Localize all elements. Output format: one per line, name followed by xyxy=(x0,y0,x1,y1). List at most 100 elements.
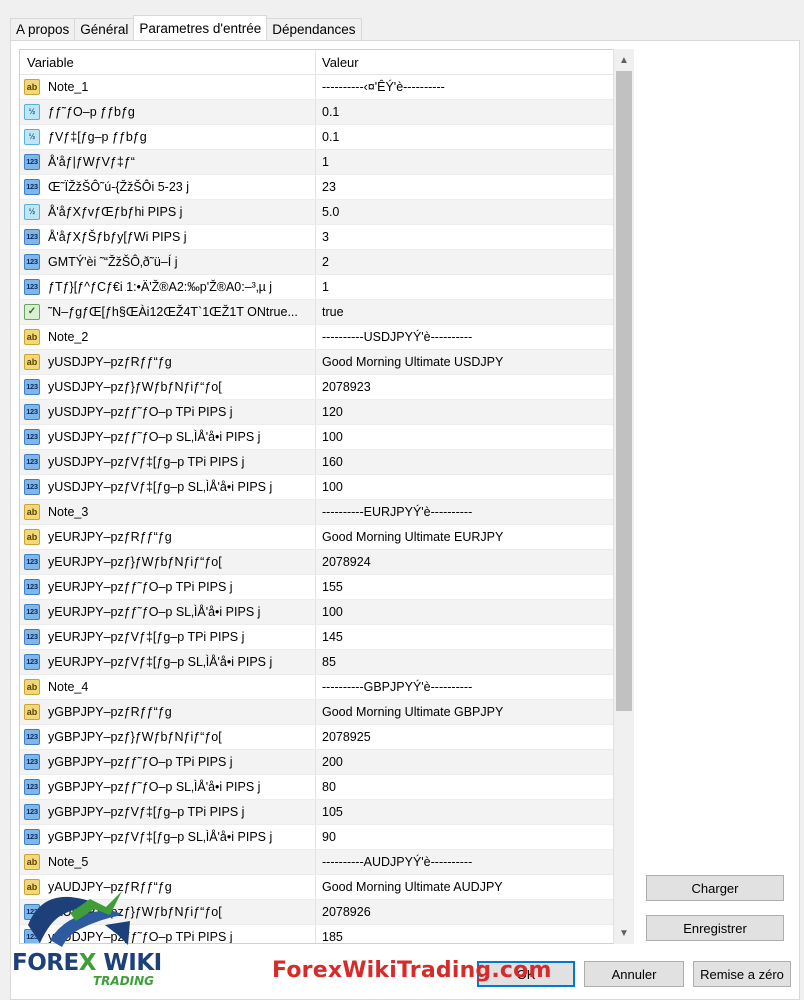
variable-cell[interactable]: 123 yEURJPY–pzƒƒ˜ƒO–p TPi PIPS j xyxy=(20,575,316,599)
variable-cell[interactable]: 123 GMTÝ'èi ˜“ŽžŠÔ‚ð˜ü–Í j xyxy=(20,250,316,274)
table-row[interactable]: 123 yUSDJPY–pzƒƒ˜ƒO–p SL‚ÌÅ'å•i PIPS j 100 xyxy=(20,425,615,450)
table-row[interactable]: ab Note_1 ----------‹¤'ÊÝ'è---------- xyxy=(20,75,615,100)
variable-cell[interactable]: 123 yGBPJPY–pzƒVƒ‡[ƒg–p SL‚ÌÅ'å•i PIPS j xyxy=(20,825,316,849)
variable-cell[interactable]: ab yGBPJPY–pzƒRƒƒ“ƒg xyxy=(20,700,316,724)
variable-cell[interactable]: ab yUSDJPY–pzƒRƒƒ“ƒg xyxy=(20,350,316,374)
value-cell[interactable]: 160 xyxy=(316,450,615,474)
variable-cell[interactable]: 123 yEURJPY–pzƒVƒ‡[ƒg–p TPi PIPS j xyxy=(20,625,316,649)
table-row[interactable]: 123 yEURJPY–pzƒVƒ‡[ƒg–p SL‚ÌÅ'å•i PIPS j 8… xyxy=(20,650,615,675)
variable-cell[interactable]: 123 yUSDJPY–pzƒVƒ‡[ƒg–p SL‚ÌÅ'å•i PIPS j xyxy=(20,475,316,499)
value-cell[interactable]: ----------GBPJPYÝ'è---------- xyxy=(316,675,615,699)
value-cell[interactable]: 2078926 xyxy=(316,900,615,924)
variable-cell[interactable]: 123 Œ˜ÏŽžŠÔ˜ú-{ŽžŠÔi 5-23 j xyxy=(20,175,316,199)
value-cell[interactable]: Good Morning Ultimate AUDJPY xyxy=(316,875,615,899)
variable-cell[interactable]: 123 yUSDJPY–pzƒVƒ‡[ƒg–p TPi PIPS j xyxy=(20,450,316,474)
variable-cell[interactable]: ab yEURJPY–pzƒRƒƒ“ƒg xyxy=(20,525,316,549)
value-cell[interactable]: 0.1 xyxy=(316,125,615,149)
value-cell[interactable]: 200 xyxy=(316,750,615,774)
reset-button[interactable]: Remise a zéro xyxy=(693,961,791,987)
value-cell[interactable]: true xyxy=(316,300,615,324)
table-row[interactable]: 123 yGBPJPY–pzƒƒ˜ƒO–p TPi PIPS j 200 xyxy=(20,750,615,775)
variable-cell[interactable]: 123 yUSDJPY–pzƒƒ˜ƒO–p TPi PIPS j xyxy=(20,400,316,424)
value-cell[interactable]: Good Morning Ultimate EURJPY xyxy=(316,525,615,549)
column-header-value[interactable]: Valeur xyxy=(316,50,615,74)
value-cell[interactable]: 120 xyxy=(316,400,615,424)
value-cell[interactable]: 90 xyxy=(316,825,615,849)
table-row[interactable]: ab Note_4 ----------GBPJPYÝ'è---------- xyxy=(20,675,615,700)
table-row[interactable]: 123 Œ˜ÏŽžŠÔ˜ú-{ŽžŠÔi 5-23 j 23 xyxy=(20,175,615,200)
annuler-button[interactable]: Annuler xyxy=(584,961,684,987)
table-row[interactable]: ab Note_3 ----------EURJPYÝ'è---------- xyxy=(20,500,615,525)
charger-button[interactable]: Charger xyxy=(646,875,784,901)
table-row[interactable]: ½ Å'åƒXƒvƒŒƒbƒhi PIPS j 5.0 xyxy=(20,200,615,225)
value-cell[interactable]: Good Morning Ultimate GBPJPY xyxy=(316,700,615,724)
tab-a-propos[interactable]: A propos xyxy=(10,18,76,40)
variable-cell[interactable]: ab Note_1 xyxy=(20,75,316,99)
table-row[interactable]: ab Note_2 ----------USDJPYÝ'è---------- xyxy=(20,325,615,350)
value-cell[interactable]: 2078925 xyxy=(316,725,615,749)
value-cell[interactable]: Good Morning Ultimate USDJPY xyxy=(316,350,615,374)
variable-cell[interactable]: ½ ƒƒ˜ƒO–p ƒƒbƒg xyxy=(20,100,316,124)
table-row[interactable]: ab yGBPJPY–pzƒRƒƒ“ƒg Good Morning Ultimate… xyxy=(20,700,615,725)
table-row[interactable]: 123 yEURJPY–pzƒƒ˜ƒO–p TPi PIPS j 155 xyxy=(20,575,615,600)
table-row[interactable]: ½ ƒƒ˜ƒO–p ƒƒbƒg 0.1 xyxy=(20,100,615,125)
variable-cell[interactable]: 123 Å'åƒXƒŠƒbƒy[ƒWi PIPS j xyxy=(20,225,316,249)
value-cell[interactable]: 23 xyxy=(316,175,615,199)
scroll-down-icon[interactable]: ▼ xyxy=(614,924,634,942)
tab-parametres-entree[interactable]: Parametres d'entrée xyxy=(133,15,268,40)
value-cell[interactable]: ----------‹¤'ÊÝ'è---------- xyxy=(316,75,615,99)
value-cell[interactable]: 185 xyxy=(316,925,615,943)
value-cell[interactable]: ----------EURJPYÝ'è---------- xyxy=(316,500,615,524)
value-cell[interactable]: 155 xyxy=(316,575,615,599)
variable-cell[interactable]: ab Note_4 xyxy=(20,675,316,699)
table-row[interactable]: 123 yEURJPY–pzƒVƒ‡[ƒg–p TPi PIPS j 145 xyxy=(20,625,615,650)
table-row[interactable]: 123 yEURJPY–pzƒƒ˜ƒO–p SL‚ÌÅ'å•i PIPS j 100 xyxy=(20,600,615,625)
table-row[interactable]: 123 ƒTƒ}[ƒ^ƒCƒ€i 1:•Ä'Ž®A2:‰p'Ž®A0:–³‚µ j… xyxy=(20,275,615,300)
table-row[interactable]: ✓ ˜N–ƒgƒŒ[ƒh§ŒÀi12ŒŽ4T`1ŒŽ1T ONtrue... tru… xyxy=(20,300,615,325)
value-cell[interactable]: 2078924 xyxy=(316,550,615,574)
value-cell[interactable]: 5.0 xyxy=(316,200,615,224)
variable-cell[interactable]: 123 yGBPJPY–pzƒƒ˜ƒO–p TPi PIPS j xyxy=(20,750,316,774)
variable-cell[interactable]: ab Note_2 xyxy=(20,325,316,349)
value-cell[interactable]: 80 xyxy=(316,775,615,799)
value-cell[interactable]: 0.1 xyxy=(316,100,615,124)
table-row[interactable]: 123 yGBPJPY–pzƒ}ƒWƒbƒNƒiƒ“ƒo[2078925 xyxy=(20,725,615,750)
variable-cell[interactable]: 123 yEURJPY–pzƒƒ˜ƒO–p SL‚ÌÅ'å•i PIPS j xyxy=(20,600,316,624)
value-cell[interactable]: 100 xyxy=(316,600,615,624)
table-row[interactable]: 123 yGBPJPY–pzƒVƒ‡[ƒg–p SL‚ÌÅ'å•i PIPS j 9… xyxy=(20,825,615,850)
value-cell[interactable]: 1 xyxy=(316,150,615,174)
table-row[interactable]: 123 yUSDJPY–pzƒƒ˜ƒO–p TPi PIPS j 120 xyxy=(20,400,615,425)
variable-cell[interactable]: 123 yEURJPY–pzƒ}ƒWƒbƒNƒiƒ“ƒo[ xyxy=(20,550,316,574)
table-row[interactable]: 123 Å'åƒ|ƒWƒVƒ‡ƒ“ 1 xyxy=(20,150,615,175)
value-cell[interactable]: 100 xyxy=(316,475,615,499)
scrollbar-thumb[interactable] xyxy=(616,71,632,711)
table-row[interactable]: ½ ƒVƒ‡[ƒg–p ƒƒbƒg 0.1 xyxy=(20,125,615,150)
table-row[interactable]: 123 GMTÝ'èi ˜“ŽžŠÔ‚ð˜ü–Í j 2 xyxy=(20,250,615,275)
value-cell[interactable]: ----------AUDJPYÝ'è---------- xyxy=(316,850,615,874)
variable-cell[interactable]: ½ ƒVƒ‡[ƒg–p ƒƒbƒg xyxy=(20,125,316,149)
table-row[interactable]: 123 yUSDJPY–pzƒ}ƒWƒbƒNƒiƒ“ƒo[2078923 xyxy=(20,375,615,400)
value-cell[interactable]: 2 xyxy=(316,250,615,274)
variable-cell[interactable]: 123 yUSDJPY–pzƒ}ƒWƒbƒNƒiƒ“ƒo[ xyxy=(20,375,316,399)
table-row[interactable]: 123 yUSDJPY–pzƒVƒ‡[ƒg–p TPi PIPS j 160 xyxy=(20,450,615,475)
variable-cell[interactable]: 123 ƒTƒ}[ƒ^ƒCƒ€i 1:•Ä'Ž®A2:‰p'Ž®A0:–³‚µ j xyxy=(20,275,316,299)
value-cell[interactable]: 1 xyxy=(316,275,615,299)
enregistrer-button[interactable]: Enregistrer xyxy=(646,915,784,941)
variable-cell[interactable]: 123 yEURJPY–pzƒVƒ‡[ƒg–p SL‚ÌÅ'å•i PIPS j xyxy=(20,650,316,674)
vertical-scrollbar[interactable]: ▲ ▼ xyxy=(613,49,634,944)
table-row[interactable]: 123 yGBPJPY–pzƒVƒ‡[ƒg–p TPi PIPS j 105 xyxy=(20,800,615,825)
variable-cell[interactable]: 123 yUSDJPY–pzƒƒ˜ƒO–p SL‚ÌÅ'å•i PIPS j xyxy=(20,425,316,449)
variable-cell[interactable]: ✓ ˜N–ƒgƒŒ[ƒh§ŒÀi12ŒŽ4T`1ŒŽ1T ONtrue... xyxy=(20,300,316,324)
table-row[interactable]: 123 yUSDJPY–pzƒVƒ‡[ƒg–p SL‚ÌÅ'å•i PIPS j1… xyxy=(20,475,615,500)
value-cell[interactable]: 2078923 xyxy=(316,375,615,399)
value-cell[interactable]: 100 xyxy=(316,425,615,449)
scroll-up-icon[interactable]: ▲ xyxy=(614,51,634,69)
value-cell[interactable]: 85 xyxy=(316,650,615,674)
variable-cell[interactable]: ab Note_5 xyxy=(20,850,316,874)
value-cell[interactable]: 145 xyxy=(316,625,615,649)
value-cell[interactable]: 105 xyxy=(316,800,615,824)
table-row[interactable]: 123 yEURJPY–pzƒ}ƒWƒbƒNƒiƒ“ƒo[2078924 xyxy=(20,550,615,575)
variable-cell[interactable]: ½ Å'åƒXƒvƒŒƒbƒhi PIPS j xyxy=(20,200,316,224)
variable-cell[interactable]: 123 Å'åƒ|ƒWƒVƒ‡ƒ“ xyxy=(20,150,316,174)
value-cell[interactable]: ----------USDJPYÝ'è---------- xyxy=(316,325,615,349)
